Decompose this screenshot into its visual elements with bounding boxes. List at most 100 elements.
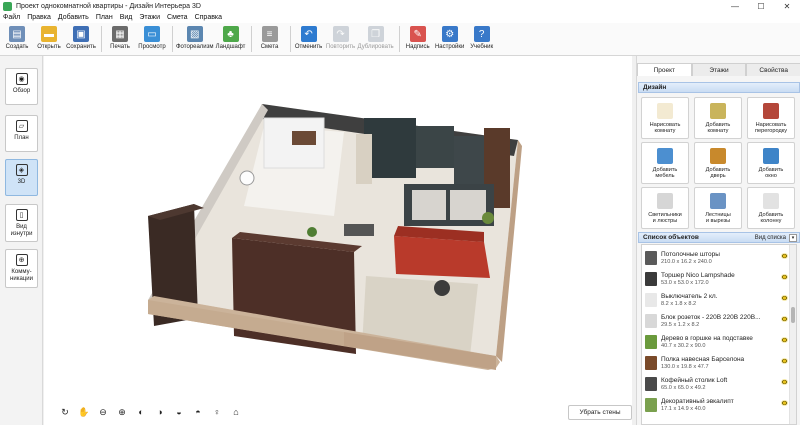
- design-tool-label: Добавить колонну: [758, 212, 784, 225]
- minimize-button[interactable]: —: [722, 0, 748, 12]
- object-list-item[interactable]: Кофейный столик Loft 65.0 x 65.0 x 49.2: [642, 373, 790, 394]
- design-tool-lamp[interactable]: Светильники и люстры: [641, 187, 689, 229]
- object-list-item[interactable]: Декоративный эвкалипт 17.1 x 14.9 x 40.0: [642, 394, 790, 415]
- menu-edit[interactable]: Правка: [27, 14, 51, 21]
- tab-properties[interactable]: Свойства: [746, 63, 800, 76]
- maximize-button[interactable]: ☐: [748, 0, 774, 12]
- objects-section-title: Список объектов: [643, 234, 699, 241]
- rotate-left-icon[interactable]: ◐: [134, 405, 148, 419]
- toolbar-button-5[interactable]: ▨ Фотореализм: [176, 23, 214, 50]
- viewport-toolbar: ↻ ✋ ⊖ ⊕ ◐ ◑ ◒ ◓ ♀ ⌂: [58, 405, 248, 419]
- rotate-360-icon[interactable]: ↻: [58, 405, 72, 419]
- toolbar-label: Отменить: [294, 44, 323, 50]
- design-tool-add-door[interactable]: Добавить дверь: [694, 142, 742, 184]
- design-tool-draw-room[interactable]: Нарисовать комнату: [641, 97, 689, 139]
- toolbar-button-9[interactable]: ↷ Повторить: [326, 23, 356, 50]
- design-tool-add-room[interactable]: Добавить комнату: [694, 97, 742, 139]
- 3d-viewport[interactable]: [44, 56, 632, 425]
- toolbar-button-2[interactable]: ▣ Сохранить: [66, 23, 96, 50]
- menu-add[interactable]: Добавить: [58, 14, 89, 21]
- add-room-icon: [710, 103, 726, 119]
- apartment-3d-render[interactable]: [44, 56, 632, 425]
- light-bulb-icon[interactable]: ♀: [210, 405, 224, 419]
- design-tool-stairs[interactable]: Лестницы и вырезы: [694, 187, 742, 229]
- toolbar-button-7[interactable]: ≡ Смета: [255, 23, 285, 50]
- menu-help[interactable]: Справка: [195, 14, 222, 21]
- tab-floors[interactable]: Этажи: [691, 63, 747, 76]
- toolbar-button-8[interactable]: ↶ Отменить: [294, 23, 324, 50]
- nav-3d-button[interactable]: ◈ 3D: [5, 159, 38, 196]
- communications-icon: ⊕: [15, 254, 28, 266]
- visibility-eye-icon[interactable]: [781, 337, 788, 343]
- toolbar-button-10[interactable]: ❐ Дублировать: [358, 23, 394, 50]
- toolbar-button-1[interactable]: ▬ Открыть: [34, 23, 64, 50]
- toolbar-button-6[interactable]: ♣ Ландшафт: [216, 23, 246, 50]
- nav-plan-label: План: [14, 135, 29, 141]
- visibility-eye-icon[interactable]: [781, 295, 788, 301]
- tv-console: [344, 224, 374, 236]
- object-list-item[interactable]: Потолочные шторы 210.0 x 16.2 x 240.0: [642, 247, 790, 268]
- tilt-down-icon[interactable]: ◒: [172, 405, 186, 419]
- nav-overview-button[interactable]: ◉ Обзор: [5, 68, 38, 105]
- object-list-item[interactable]: Полка навесная Барселона 130.0 x 19.8 x 4…: [642, 352, 790, 373]
- design-tool-draw-partition[interactable]: Нарисовать перегородку: [747, 97, 795, 139]
- toolbar-button-11[interactable]: ✎ Надпись: [403, 23, 433, 50]
- object-dimensions: 130.0 x 19.8 x 47.7: [661, 363, 709, 370]
- close-button[interactable]: ✕: [774, 0, 800, 12]
- nav-interior-view-button[interactable]: ▯ Вид изнутри: [5, 204, 38, 242]
- visibility-eye-icon[interactable]: [781, 379, 788, 385]
- remove-walls-button[interactable]: Убрать стены: [568, 405, 632, 420]
- menu-estimate[interactable]: Смета: [167, 14, 188, 21]
- toolbar-button-0[interactable]: ▤ Создать: [2, 23, 32, 50]
- zoom-out-icon[interactable]: ⊖: [96, 405, 110, 419]
- object-list-item[interactable]: Торшер Nico Lampshade 53.0 x 53.0 x 172.0: [642, 268, 790, 289]
- visibility-eye-icon[interactable]: [781, 358, 788, 364]
- red-sofa: [394, 236, 490, 278]
- visibility-eye-icon[interactable]: [781, 400, 788, 406]
- object-name: Выключатель 2 кл.: [661, 292, 718, 300]
- nav-communications-button[interactable]: ⊕ Комму- никации: [5, 249, 38, 288]
- eucalyptus-icon: [645, 397, 657, 412]
- visibility-eye-icon[interactable]: [781, 253, 788, 259]
- storage-wall: [454, 136, 484, 186]
- tilt-up-icon[interactable]: ◓: [191, 405, 205, 419]
- chevron-down-icon: ▾: [789, 233, 797, 242]
- design-tool-label: Добавить окно: [758, 167, 784, 180]
- tab-project[interactable]: Проект: [637, 63, 692, 76]
- design-tool-add-window[interactable]: Добавить окно: [747, 142, 795, 184]
- menu-floors[interactable]: Этажи: [139, 14, 160, 21]
- object-list-item[interactable]: Блок розеток - 220В 220В 220В... 29.5 x 1…: [642, 310, 790, 331]
- menu-view[interactable]: Вид: [120, 14, 133, 21]
- visibility-eye-icon[interactable]: [781, 274, 788, 280]
- toolbar-button-12[interactable]: ⚙ Настройки: [435, 23, 465, 50]
- duplicate-icon: ❐: [367, 26, 384, 42]
- add-furniture-icon: [657, 148, 673, 164]
- object-list-item[interactable]: Дерево в горшке на подставке 40.7 x 30.2 …: [642, 331, 790, 352]
- toolbar-button-3[interactable]: ▦ Печать: [105, 23, 135, 50]
- list-view-toggle[interactable]: Вид списка ▾: [754, 233, 797, 242]
- toolbar-label: Настройки: [434, 44, 465, 50]
- view-mode-sidebar: ◉ Обзор ▱ План ◈ 3D ▯ Вид изнутри ⊕ Комм…: [0, 56, 43, 425]
- scroll-thumb[interactable]: [791, 307, 795, 323]
- home-icon[interactable]: ⌂: [229, 405, 243, 419]
- visibility-eye-icon[interactable]: [781, 316, 788, 322]
- design-tool-column[interactable]: Добавить колонну: [747, 187, 795, 229]
- design-tool-add-furniture[interactable]: Добавить мебель: [641, 142, 689, 184]
- toolbar-button-13[interactable]: ? Учебник: [467, 23, 497, 50]
- objects-scrollbar[interactable]: [789, 245, 796, 424]
- menu-plan[interactable]: План: [96, 14, 113, 21]
- object-list-item[interactable]: Выключатель 2 кл. 8.2 x 1.8 x 8.2: [642, 289, 790, 310]
- nav-plan-button[interactable]: ▱ План: [5, 115, 38, 152]
- zoom-in-icon[interactable]: ⊕: [115, 405, 129, 419]
- toolbar-label: Печать: [110, 44, 130, 50]
- toolbar-label: Смета: [260, 44, 279, 50]
- list-view-label: Вид списка: [754, 234, 786, 241]
- object-dimensions: 65.0 x 65.0 x 49.2: [661, 384, 706, 391]
- object-dimensions: 210.0 x 16.2 x 240.0: [661, 258, 712, 265]
- menu-file[interactable]: Файл: [3, 14, 20, 21]
- rotate-right-icon[interactable]: ◑: [153, 405, 167, 419]
- potted-tree: [482, 212, 494, 224]
- right-panel: Проект Этажи Свойства Дизайн Нарисовать …: [636, 56, 800, 425]
- toolbar-button-4[interactable]: ▭ Просмотр: [137, 23, 167, 50]
- hand-pan-icon[interactable]: ✋: [77, 405, 91, 419]
